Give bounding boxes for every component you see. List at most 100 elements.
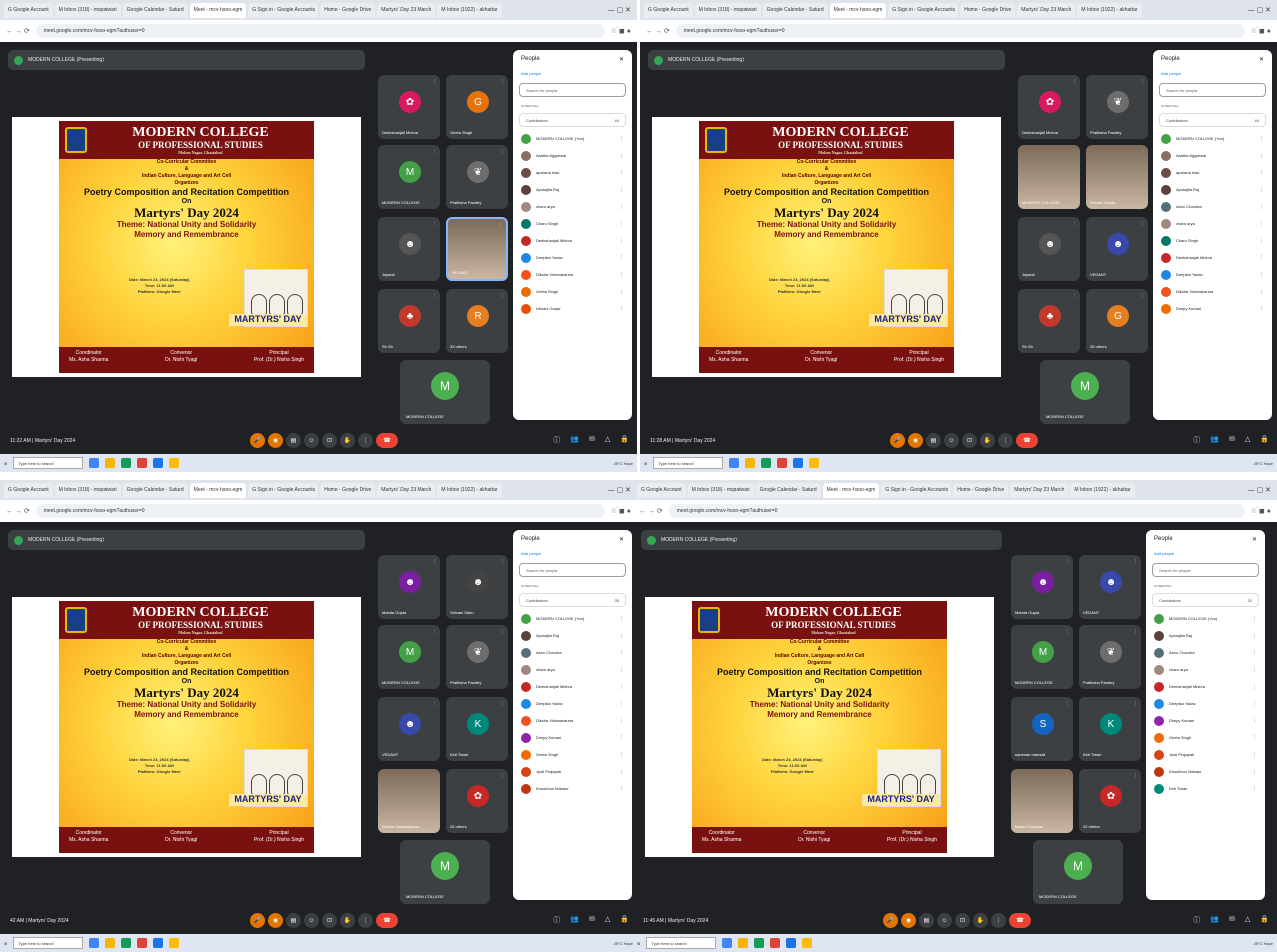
participant-list-item[interactable]: Geeta Singh ⋮: [513, 283, 632, 300]
participant-list-item[interactable]: Jyoti Prajapati ⋮: [1146, 746, 1265, 763]
participant-list-item[interactable]: charu arya ⋮: [513, 198, 632, 215]
participant-list-item[interactable]: Khushboo Mahaur ⋮: [513, 780, 632, 797]
windows-start-icon[interactable]: ⊞: [637, 941, 640, 946]
emoji-icon[interactable]: ☺: [937, 913, 952, 928]
taskbar-search[interactable]: Type here to search: [646, 937, 717, 949]
more-options-icon[interactable]: ⋮: [619, 752, 624, 758]
camera-icon[interactable]: ◉: [901, 913, 916, 928]
present-icon[interactable]: ⊡: [322, 433, 337, 448]
participant-list-item[interactable]: Deekshanjali Mishra ⋮: [513, 678, 632, 695]
browser-tab[interactable]: Google Calendar - Saturd: [762, 2, 828, 18]
browser-tab[interactable]: Martyrs' Day 23 March: [1010, 482, 1069, 498]
window-controls[interactable]: — ▢ ✕: [608, 6, 637, 14]
participant-list-item[interactable]: MODERN COLLEGE (You) ⋮: [513, 610, 632, 627]
participant-tile[interactable]: K ⫶ Kirti Tiwari: [446, 697, 508, 761]
more-options-icon[interactable]: ⋮: [619, 187, 624, 193]
browser-tab[interactable]: M Inbox (318) - mspatwari: [54, 482, 121, 498]
browser-tab[interactable]: Meet - mcv-hsoo-egm: [189, 2, 247, 18]
browser-tab[interactable]: Meet - mcv-hsoo-egm: [822, 482, 880, 498]
url-field[interactable]: meet.google.com/mcv-hsoo-egm?authuser=0: [35, 24, 605, 38]
more-options-icon[interactable]: ⋮: [1259, 255, 1264, 261]
participant-tile[interactable]: ⫶ Diksha Vishwakarma: [378, 769, 440, 833]
participant-tile[interactable]: ⫶ VEDANT: [446, 217, 508, 281]
windows-start-icon[interactable]: ⊞: [4, 941, 7, 946]
more-options-icon[interactable]: ⋮: [1252, 786, 1257, 792]
browser-tab[interactable]: Home - Google Drive: [953, 482, 1009, 498]
participant-list-item[interactable]: Diksha Vishwakarma ⋮: [1153, 283, 1272, 300]
participant-list-item[interactable]: Apraajita Raj ⋮: [1153, 181, 1272, 198]
participant-list-item[interactable]: Deepika Yadav ⋮: [513, 695, 632, 712]
raise-hand-icon[interactable]: ✋: [973, 913, 988, 928]
more-options-icon[interactable]: ⋮: [1252, 633, 1257, 639]
more-options-icon[interactable]: ⋮: [619, 684, 624, 690]
mic-icon[interactable]: 🎤: [890, 433, 905, 448]
participant-tile[interactable]: ❦ ⫶ Pratiksha Pandey: [446, 625, 508, 689]
participant-tile[interactable]: M ⫶ MODERN COLLEGE: [378, 145, 440, 209]
more-options-icon[interactable]: ⋮: [1252, 616, 1257, 622]
participant-list-item[interactable]: MODERN COLLEGE (You) ⋮: [1146, 610, 1265, 627]
activities-icon[interactable]: △: [605, 915, 610, 925]
participant-list-item[interactable]: Deekshanjali Mishra ⋮: [513, 232, 632, 249]
taskbar-app-icon[interactable]: [729, 458, 740, 468]
browser-tab[interactable]: G Google Account: [637, 482, 686, 498]
more-options-icon[interactable]: ⋮: [1252, 701, 1257, 707]
more-options-icon[interactable]: ⋮: [619, 667, 624, 673]
taskbar-app-icon[interactable]: [169, 458, 180, 468]
more-options-icon[interactable]: ⋮: [619, 153, 624, 159]
browser-tab[interactable]: Martyrs' Day 23 March: [1017, 2, 1076, 18]
taskbar-app-icon[interactable]: [793, 458, 804, 468]
participant-list-item[interactable]: Charu Singh ⋮: [513, 215, 632, 232]
window-controls[interactable]: — ▢ ✕: [1248, 6, 1277, 14]
chat-icon[interactable]: ✉: [1229, 435, 1235, 445]
browser-tab[interactable]: G Google Account: [644, 2, 693, 18]
more-options-icon[interactable]: ⋮: [619, 221, 624, 227]
more-options-icon[interactable]: ⋮: [619, 718, 624, 724]
more-options-icon[interactable]: ⋮: [619, 136, 624, 142]
chat-icon[interactable]: ✉: [589, 435, 595, 445]
people-icon[interactable]: 👥: [570, 435, 579, 445]
more-options-icon[interactable]: ⋮: [619, 616, 624, 622]
taskbar-app-icon[interactable]: [153, 938, 164, 948]
close-icon[interactable]: ✕: [1252, 536, 1257, 543]
more-options-icon[interactable]: ⋮: [1252, 650, 1257, 656]
host-controls-icon[interactable]: 🔒: [1260, 915, 1269, 925]
participant-tile[interactable]: ☻ ⫶ Jayanti: [378, 217, 440, 281]
participant-list-item[interactable]: aparana indu ⋮: [1153, 164, 1272, 181]
more-options-icon[interactable]: ⋮: [1252, 667, 1257, 673]
host-controls-icon[interactable]: 🔒: [620, 915, 629, 925]
chat-icon[interactable]: ✉: [1229, 915, 1235, 925]
emoji-icon[interactable]: ☺: [304, 913, 319, 928]
taskbar-app-icon[interactable]: [137, 938, 148, 948]
browser-tab[interactable]: G Sign in - Google Accounts: [248, 2, 319, 18]
participant-tile[interactable]: ❦ ⫶ Pratiksha Pandey: [1086, 75, 1148, 139]
add-people-button[interactable]: Add people: [1146, 549, 1265, 558]
info-icon[interactable]: ⓘ: [553, 435, 560, 445]
present-icon[interactable]: ⊡: [322, 913, 337, 928]
search-people-input[interactable]: Search for people: [1152, 563, 1259, 577]
browser-tab[interactable]: Meet - mcv-hsoo-egm: [189, 482, 247, 498]
participant-list-item[interactable]: Apraajita Raj ⋮: [1146, 627, 1265, 644]
browser-tab[interactable]: Home - Google Drive: [320, 482, 376, 498]
info-icon[interactable]: ⓘ: [1193, 915, 1200, 925]
self-view-tile[interactable]: M MODERN COLLEGE: [1033, 840, 1123, 904]
participant-list-item[interactable]: Kirti Tiwari ⋮: [1146, 780, 1265, 797]
browser-tab[interactable]: Martyrs' Day 23 March: [377, 482, 436, 498]
browser-tab[interactable]: G Google Account: [4, 2, 53, 18]
taskbar-search[interactable]: Type here to search: [13, 937, 84, 949]
participant-tile[interactable]: ☻ ⫶ Mamta Gupta: [378, 555, 440, 619]
present-icon[interactable]: ⊡: [962, 433, 977, 448]
browser-tab[interactable]: Home - Google Drive: [960, 2, 1016, 18]
chat-icon[interactable]: ✉: [589, 915, 595, 925]
taskbar-app-icon[interactable]: [89, 938, 100, 948]
window-controls[interactable]: — ▢ ✕: [1248, 486, 1277, 494]
extension-icons[interactable]: ☆ ◼ ●: [1251, 507, 1271, 515]
participant-tile[interactable]: ⫶ Mansi Chauhan: [1011, 769, 1073, 833]
mic-icon[interactable]: 🎤: [250, 433, 265, 448]
participant-tile[interactable]: ⫶ MODERN COLLEGE: [1018, 145, 1080, 209]
browser-tab[interactable]: M Inbox (318) - mspatwari: [687, 482, 754, 498]
more-options-icon[interactable]: ⋮: [1259, 187, 1264, 193]
more-icon[interactable]: ⋮: [358, 913, 373, 928]
people-icon[interactable]: 👥: [570, 915, 579, 925]
browser-tab[interactable]: M Inbox (318) - mspatwari: [54, 2, 121, 18]
nav-buttons[interactable]: ← → ⟳: [6, 507, 30, 515]
